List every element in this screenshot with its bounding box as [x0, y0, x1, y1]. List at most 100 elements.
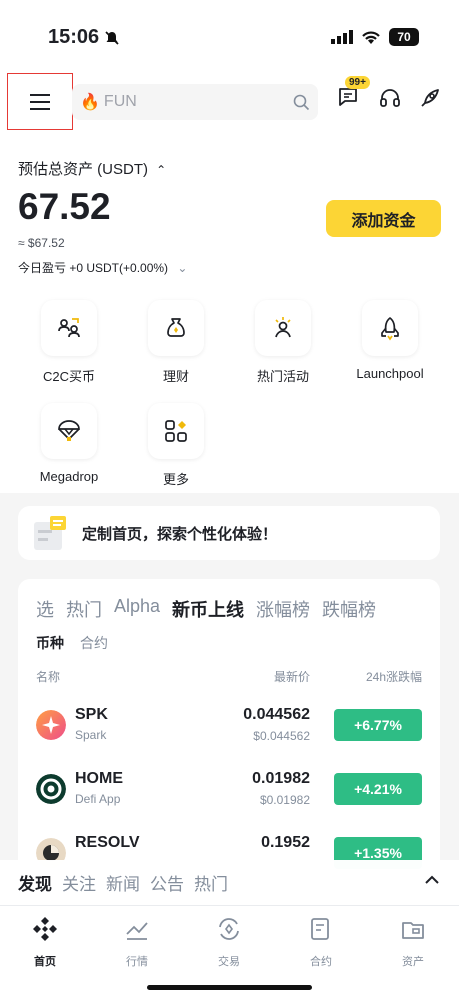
- nav-trade[interactable]: 交易: [194, 916, 264, 969]
- nav-home[interactable]: 首页: [10, 916, 80, 969]
- tab-following[interactable]: 关注: [62, 870, 96, 895]
- message-icon: [339, 88, 357, 106]
- nav-label: 资产: [402, 956, 424, 968]
- market-panel: 选 热门 Alpha 新币上线 涨幅榜 跌幅榜 币种 合约 名称 最新价 24h…: [18, 579, 440, 879]
- add-funds-button[interactable]: 添加资金: [326, 200, 441, 237]
- activity-icon: [275, 317, 291, 338]
- nav-assets[interactable]: 资产: [378, 916, 448, 969]
- tab-trending[interactable]: 热门: [194, 870, 228, 895]
- headset-icon[interactable]: [379, 87, 401, 109]
- earn-icon-box: [148, 300, 204, 356]
- c2c-icon: [58, 318, 80, 338]
- discover-bar: 发现 关注 新闻 公告 热门: [0, 860, 459, 905]
- c2c-icon-box: [41, 300, 97, 356]
- coin-price: 0.1952: [261, 834, 310, 851]
- messages-button[interactable]: 99+: [337, 76, 370, 110]
- launchpool-icon: [381, 317, 399, 341]
- change-badge[interactable]: +4.21%: [334, 773, 422, 805]
- shortcut-label: 更多: [162, 472, 189, 487]
- coin-price: 0.01982: [252, 770, 310, 787]
- customize-illustration-icon: [34, 516, 66, 550]
- launchpool-icon-box: [362, 300, 418, 356]
- search-icon[interactable]: [293, 94, 310, 111]
- tab-new-listings[interactable]: 新币上线: [172, 596, 244, 622]
- tab-hot[interactable]: 热门: [66, 596, 102, 622]
- nav-label: 行情: [126, 956, 148, 968]
- more-icon: [165, 420, 187, 442]
- market-tabs: 选 热门 Alpha 新币上线 涨幅榜 跌幅榜: [36, 596, 376, 622]
- trade-icon: [219, 918, 239, 940]
- home-indicator: [147, 985, 312, 990]
- menu-button[interactable]: [7, 73, 73, 130]
- wifi-icon: [362, 31, 380, 44]
- table-row[interactable]: SPK Spark 0.044562 $0.044562 +6.77%: [18, 704, 440, 768]
- futures-icon: [311, 918, 329, 940]
- customize-homepage-banner[interactable]: 定制首页，探索个性化体验！: [18, 506, 440, 560]
- message-badge: 99+: [345, 76, 370, 89]
- home-coin-icon: [36, 774, 66, 804]
- estimated-assets-text: 预估总资产 (USDT): [18, 161, 148, 178]
- tab-news[interactable]: 新闻: [106, 870, 140, 895]
- shortcut-activities[interactable]: 热门活动: [233, 300, 333, 385]
- battery-indicator: 70: [389, 28, 419, 46]
- assets-summary: 预估总资产 (USDT) ⌃ 67.52 ≈ $67.52 今日盈亏 +0 US…: [0, 138, 459, 288]
- shortcut-label: C2C买币: [42, 369, 95, 384]
- coin-name: Defi App: [75, 792, 121, 806]
- megadrop-icon-box: [41, 403, 97, 459]
- customize-text: 定制首页，探索个性化体验！: [82, 525, 278, 543]
- today-pnl[interactable]: 今日盈亏 +0 USDT(+0.00%) ⌄: [18, 259, 187, 276]
- shortcut-earn[interactable]: 理财: [126, 300, 226, 385]
- subtab-futures[interactable]: 合约: [80, 633, 108, 653]
- shortcut-label: Megadrop: [39, 469, 99, 484]
- fire-icon: 🔥: [80, 94, 100, 111]
- shortcut-c2c[interactable]: C2C买币: [19, 300, 119, 385]
- shortcut-megadrop[interactable]: Megadrop: [19, 403, 119, 484]
- discover-tabs: 发现 关注 新闻 公告 热门: [18, 870, 228, 895]
- shortcut-label: 热门活动: [256, 369, 309, 384]
- coin-name: Spark: [75, 728, 107, 742]
- rocket-icon[interactable]: [419, 87, 441, 109]
- total-balance: 67.52: [18, 186, 111, 227]
- table-row[interactable]: HOME Defi App 0.01982 $0.01982 +4.21%: [18, 768, 440, 832]
- coin-price: 0.044562: [243, 706, 310, 723]
- tab-watchlist[interactable]: 选: [36, 596, 54, 622]
- tab-alpha[interactable]: Alpha: [114, 596, 160, 622]
- more-icon-box: [148, 403, 204, 459]
- balance-usd: ≈ $67.52: [18, 236, 65, 250]
- shortcut-label: Launchpool: [356, 366, 424, 381]
- shortcut-more[interactable]: 更多: [126, 403, 226, 488]
- search-bar[interactable]: 🔥 FUN: [72, 84, 318, 120]
- muted-bell-icon: [105, 31, 119, 45]
- shortcut-launchpool[interactable]: Launchpool: [340, 300, 440, 381]
- status-indicators: 70: [331, 28, 419, 46]
- header-actions: 99+: [337, 76, 441, 110]
- coin-symbol: SPK: [75, 706, 108, 723]
- today-pnl-text: 今日盈亏 +0 USDT(+0.00%): [18, 261, 169, 275]
- tab-announcements[interactable]: 公告: [150, 870, 184, 895]
- status-bar: 15:06 70: [0, 0, 459, 70]
- signal-icon: [331, 30, 353, 44]
- chevron-up-icon: ⌃: [156, 163, 167, 177]
- nav-futures[interactable]: 合约: [286, 916, 356, 969]
- spk-coin-icon: [36, 710, 66, 740]
- nav-label: 交易: [218, 956, 240, 968]
- tab-losers[interactable]: 跌幅榜: [322, 596, 376, 622]
- market-subtabs: 币种 合约: [36, 633, 108, 653]
- coin-price-usd: $0.044562: [253, 729, 310, 743]
- nav-label: 首页: [34, 956, 56, 968]
- coin-symbol: HOME: [75, 770, 123, 787]
- activity-icon-box: [255, 300, 311, 356]
- header: 🔥 FUN 99+: [0, 70, 459, 138]
- column-header-change: 24h涨跌幅: [365, 670, 422, 684]
- tab-discover[interactable]: 发现: [18, 870, 52, 895]
- nav-label: 合约: [310, 956, 332, 968]
- column-header-price: 最新价: [273, 670, 310, 684]
- change-badge[interactable]: +6.77%: [334, 709, 422, 741]
- nav-markets[interactable]: 行情: [102, 916, 172, 969]
- chevron-up-icon[interactable]: [425, 875, 439, 885]
- estimated-assets-label[interactable]: 预估总资产 (USDT) ⌃: [18, 158, 166, 179]
- subtab-spot[interactable]: 币种: [36, 633, 64, 653]
- tab-gainers[interactable]: 涨幅榜: [256, 596, 310, 622]
- wallet-icon: [402, 922, 424, 939]
- megadrop-icon: [58, 420, 80, 441]
